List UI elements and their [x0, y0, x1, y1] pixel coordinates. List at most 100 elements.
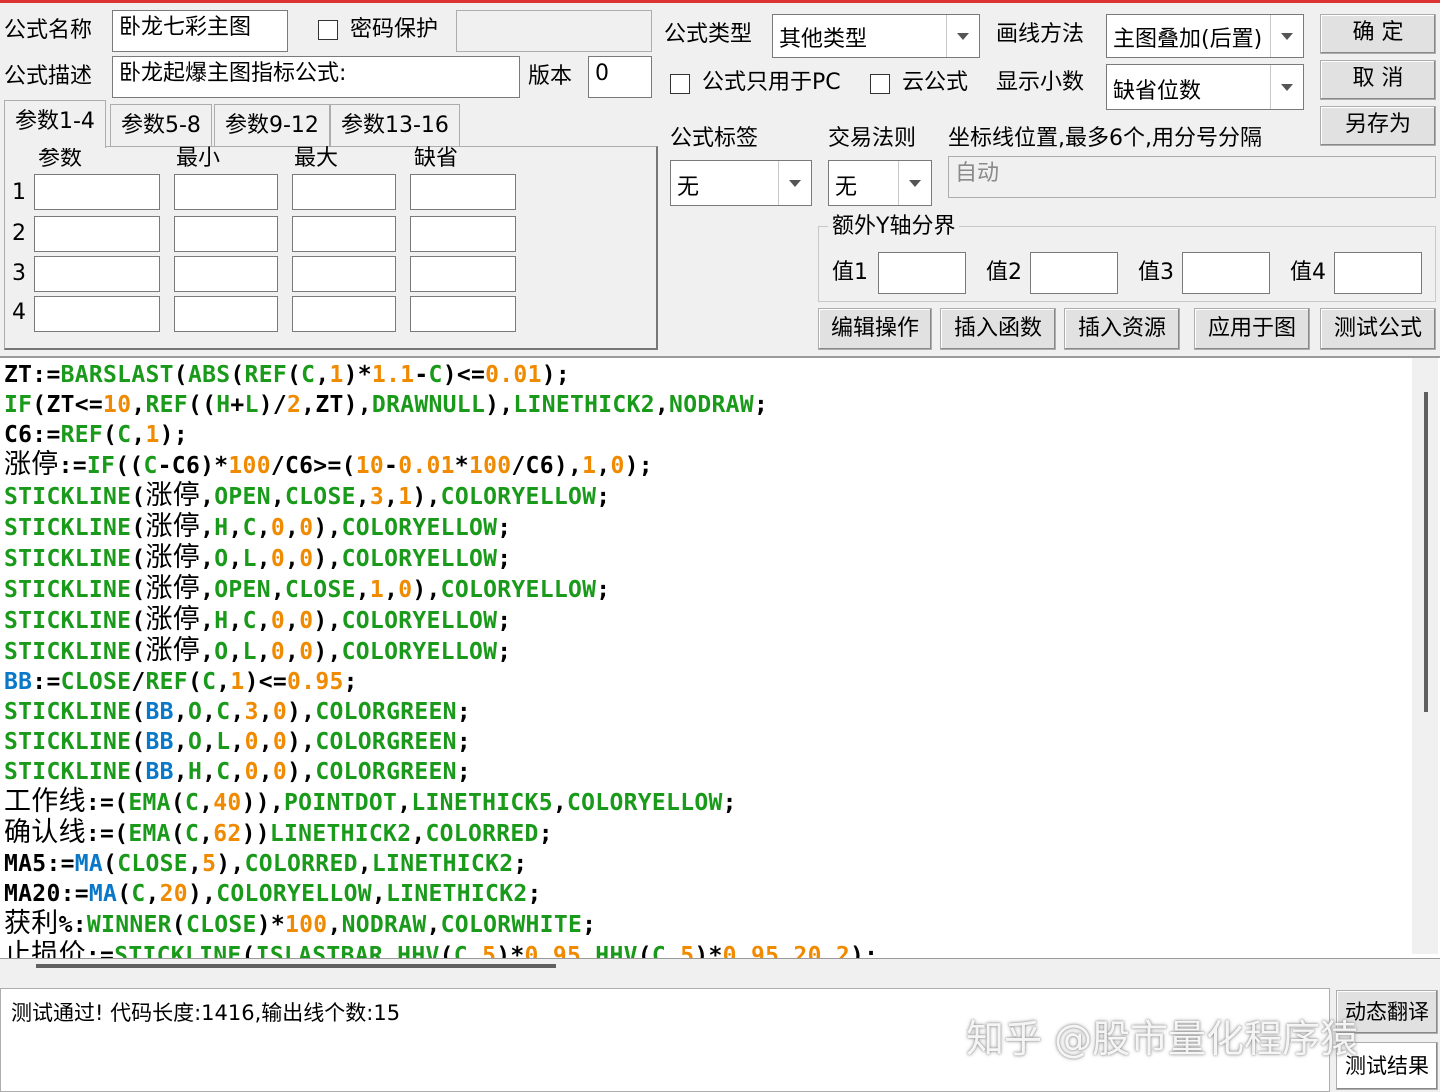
cancel-button[interactable]: 取 消: [1320, 60, 1436, 100]
version-input[interactable]: 0: [588, 56, 652, 98]
formula-tag-select[interactable]: 无: [670, 160, 812, 206]
y-value-2-input[interactable]: [1030, 252, 1118, 294]
vertical-scrollbar-track[interactable]: [1412, 358, 1438, 954]
chevron-down-icon[interactable]: [778, 161, 811, 205]
chevron-down-icon[interactable]: [898, 161, 931, 205]
code-line[interactable]: 止损价:=STICKLINE(ISLASTBAR,HHV(C,5)*0.95,H…: [4, 940, 878, 959]
code-line[interactable]: MA20:=MA(C,20),COLORYELLOW,LINETHICK2;: [4, 879, 878, 909]
cloud-checkbox[interactable]: [870, 74, 890, 94]
param-2-min[interactable]: [174, 216, 278, 252]
code-token: );: [624, 453, 653, 479]
code-token: ,: [230, 699, 245, 725]
formula-name-input[interactable]: 卧龙七彩主图: [112, 10, 288, 52]
code-line[interactable]: STICKLINE(BB,O,C,3,0),COLORGREEN;: [4, 697, 878, 727]
y-value-3-input[interactable]: [1182, 252, 1270, 294]
save-as-button[interactable]: 另存为: [1320, 106, 1436, 146]
axis-position-input[interactable]: 自动: [948, 156, 1436, 198]
code-token: ,: [371, 881, 387, 907]
code-token: -: [414, 362, 429, 388]
code-token: CLOSE: [185, 912, 257, 938]
code-token: COLORYELLOW: [567, 790, 723, 816]
code-line[interactable]: 工作线:=(EMA(C,40)),POINTDOT,LINETHICK5,COL…: [4, 787, 878, 818]
password-checkbox[interactable]: [318, 20, 338, 40]
code-line[interactable]: 涨停:=IF((C-C6)*100/C6>=(10-0.01*100/C6),1…: [4, 450, 878, 481]
code-line[interactable]: IF(ZT<=10,REF((H+L)/2,ZT),DRAWNULL),LINE…: [4, 390, 878, 420]
code-token: LINETHICK2: [513, 392, 655, 418]
param-1-min[interactable]: [174, 174, 278, 210]
code-token: ,: [228, 546, 243, 572]
vertical-scrollbar-thumb[interactable]: [1424, 392, 1428, 712]
chevron-down-icon[interactable]: [946, 15, 979, 57]
code-text[interactable]: ZT:=BARSLAST(ABS(REF(C,1)*1.1-C)<=0.01);…: [4, 360, 878, 959]
param-2-name[interactable]: [34, 216, 160, 252]
code-token: CLOSE: [117, 851, 188, 877]
pc-only-checkbox[interactable]: [670, 74, 690, 94]
code-token: 0: [299, 515, 314, 541]
chevron-down-icon[interactable]: [1270, 15, 1303, 57]
code-line[interactable]: STICKLINE(涨停,O,L,0,0),COLORYELLOW;: [4, 543, 878, 574]
code-token: C: [242, 608, 257, 634]
param-1-max[interactable]: [292, 174, 396, 210]
param-3-min[interactable]: [174, 256, 278, 292]
tab-params-13-16[interactable]: 参数13-16: [330, 104, 460, 146]
code-token: 10: [103, 392, 132, 418]
y-value-1-input[interactable]: [878, 252, 966, 294]
code-editor[interactable]: ZT:=BARSLAST(ABS(REF(C,1)*1.1-C)<=0.01);…: [0, 356, 1440, 959]
param-3-name[interactable]: [34, 256, 160, 292]
formula-desc-input[interactable]: 卧龙起爆主图指标公式:: [112, 56, 520, 98]
param-2-default[interactable]: [410, 216, 516, 252]
code-token: (: [230, 362, 245, 388]
insert-function-button[interactable]: 插入函数: [940, 308, 1056, 350]
code-line[interactable]: STICKLINE(涨停,H,C,0,0),COLORYELLOW;: [4, 512, 878, 543]
code-token: C: [428, 362, 443, 388]
code-token: ,: [258, 759, 273, 785]
code-line[interactable]: STICKLINE(涨停,OPEN,CLOSE,3,1),COLORYELLOW…: [4, 481, 878, 512]
param-4-default[interactable]: [410, 296, 516, 332]
formula-type-select[interactable]: 其他类型: [772, 14, 980, 58]
code-token: ,: [384, 484, 399, 510]
code-token: 0.01: [398, 453, 455, 479]
code-line[interactable]: BB:=CLOSE/REF(C,1)<=0.95;: [4, 667, 878, 697]
tab-params-1-4[interactable]: 参数1-4: [4, 100, 106, 148]
insert-resource-button[interactable]: 插入资源: [1064, 308, 1180, 350]
apply-to-chart-button[interactable]: 应用于图: [1194, 308, 1310, 350]
code-token: C: [242, 515, 257, 541]
code-line[interactable]: STICKLINE(涨停,O,L,0,0),COLORYELLOW;: [4, 636, 878, 667]
code-line[interactable]: 确认线:=(EMA(C,62))LINETHICK2,COLORRED;: [4, 818, 878, 849]
code-token: C: [202, 669, 217, 695]
code-line[interactable]: STICKLINE(BB,H,C,0,0),COLORGREEN;: [4, 757, 878, 787]
code-token: ;: [456, 759, 471, 785]
code-token: L: [242, 546, 257, 572]
ok-button[interactable]: 确 定: [1320, 14, 1436, 54]
code-token: (: [173, 362, 188, 388]
code-line[interactable]: STICKLINE(涨停,OPEN,CLOSE,1,0),COLORYELLOW…: [4, 574, 878, 605]
param-4-min[interactable]: [174, 296, 278, 332]
code-token: MA: [74, 851, 104, 877]
chevron-down-icon[interactable]: [1270, 65, 1303, 109]
code-token: COLORWHITE: [440, 912, 583, 938]
edit-operations-button[interactable]: 编辑操作: [818, 308, 932, 350]
tab-params-5-8[interactable]: 参数5-8: [110, 104, 212, 146]
param-3-max[interactable]: [292, 256, 396, 292]
decimals-select[interactable]: 缺省位数: [1106, 64, 1304, 110]
param-2-max[interactable]: [292, 216, 396, 252]
horizontal-scrollbar-thumb[interactable]: [36, 964, 556, 968]
code-line[interactable]: 获利%:WINNER(CLOSE)*100,NODRAW,COLORWHITE;: [4, 909, 878, 940]
code-line[interactable]: ZT:=BARSLAST(ABS(REF(C,1)*1.1-C)<=0.01);: [4, 360, 878, 390]
code-line[interactable]: STICKLINE(涨停,H,C,0,0),COLORYELLOW;: [4, 605, 878, 636]
param-1-default[interactable]: [410, 174, 516, 210]
code-token: *: [454, 453, 469, 479]
code-line[interactable]: C6:=REF(C,1);: [4, 420, 878, 450]
code-line[interactable]: STICKLINE(BB,O,L,0,0),COLORGREEN;: [4, 727, 878, 757]
param-4-name[interactable]: [34, 296, 160, 332]
draw-method-select[interactable]: 主图叠加(后置): [1106, 14, 1304, 58]
param-4-max[interactable]: [292, 296, 396, 332]
trade-rule-select[interactable]: 无: [828, 160, 932, 206]
test-formula-button[interactable]: 测试公式: [1320, 308, 1436, 350]
code-line[interactable]: MA5:=MA(CLOSE,5),COLORRED,LINETHICK2;: [4, 849, 878, 879]
code-token: L: [216, 729, 231, 755]
y-value-4-input[interactable]: [1334, 252, 1422, 294]
tab-params-9-12[interactable]: 参数9-12: [214, 104, 330, 146]
param-1-name[interactable]: [34, 174, 160, 210]
param-3-default[interactable]: [410, 256, 516, 292]
